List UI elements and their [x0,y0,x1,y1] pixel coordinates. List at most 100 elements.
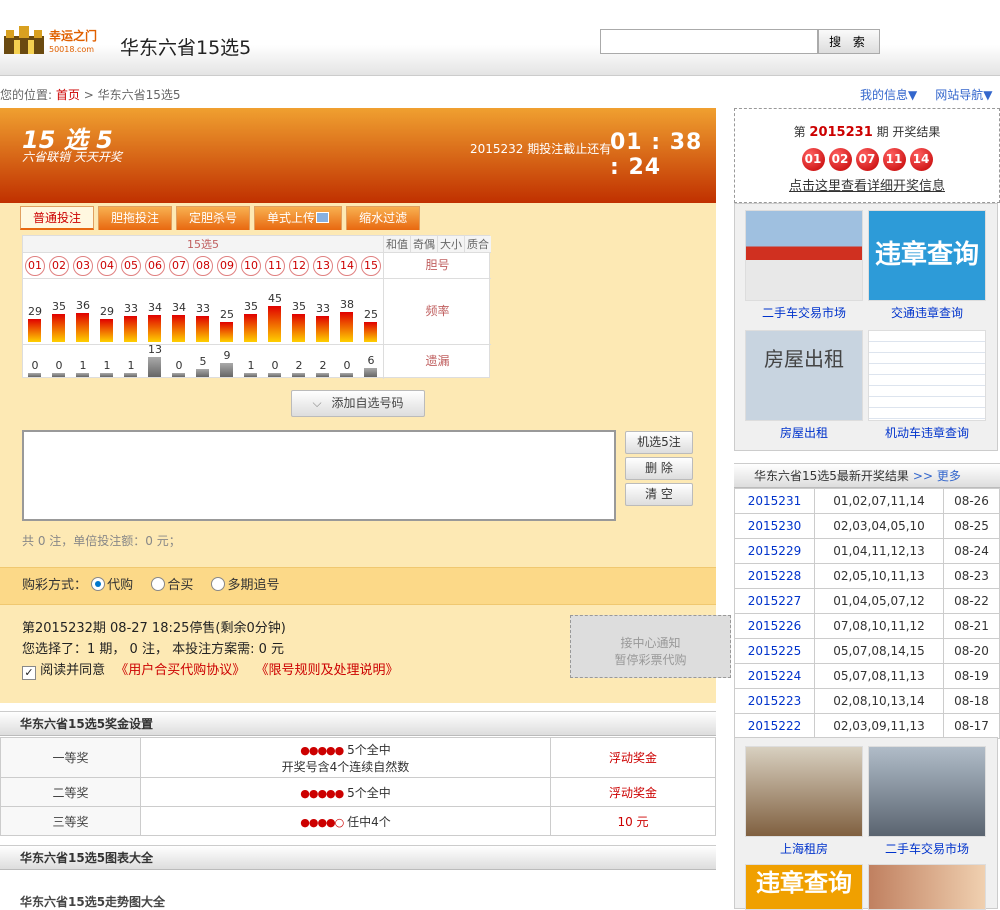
number-ball[interactable]: 03 [73,256,93,276]
bet-list-area[interactable] [22,430,616,521]
result-numbers: 02,08,10,13,14 [814,688,944,714]
delete-button[interactable]: 删 除 [625,457,693,480]
grid-extra-headers: 和值 奇偶 大小 质合 [383,236,491,253]
radio-agent-buy-label: 代购 [107,578,134,593]
agree-label: 阅读并同意 [40,663,106,678]
number-ball[interactable]: 15 [361,256,381,276]
site-logo[interactable]: 幸运之门 50018.com [2,22,106,56]
ad-image: 违章查询 [746,865,862,909]
draw-suffix: 期 开奖结果 [876,125,941,139]
ad-image [746,747,862,836]
radio-group-buy[interactable] [151,577,166,591]
number-ball[interactable]: 04 [97,256,117,276]
page-title: 华东六省15选5 [120,37,252,59]
ad-used-car-market[interactable] [868,746,986,837]
prize-rule: ●●●●● 5个全中 开奖号含4个连续自然数 [140,737,551,778]
top-links: 我的信息▼ 网站导航▼ [860,86,1000,103]
missing-value: 2 [295,359,303,372]
ad-image: 房屋出租 [746,331,862,420]
number-ball[interactable]: 13 [313,256,333,276]
frequency-value: 45 [268,292,282,305]
breadcrumb-home-link[interactable]: 首页 [56,88,80,102]
odd-even-header[interactable]: 奇偶 [410,236,437,252]
add-custom-numbers-button[interactable]: ⌵ 添加自选号码 [291,390,425,417]
frequency-bar [220,322,233,342]
number-ball[interactable]: 08 [193,256,213,276]
ad-interior[interactable] [868,864,986,910]
limit-rules-link[interactable]: 《限号规则及处理说明》 [255,663,398,678]
frequency-value: 25 [220,308,234,321]
number-ball[interactable]: 02 [49,256,69,276]
search-input[interactable] [600,29,818,54]
result-date: 08-20 [943,638,1000,664]
ad-house-rent[interactable]: 房屋出租 [745,330,863,421]
table-row: 2015226 07,08,10,11,12 08-21 [734,613,1000,639]
big-small-header[interactable]: 大小 [437,236,464,252]
tab-single-upload[interactable]: 单式上传 [254,206,343,230]
sum-header[interactable]: 和值 [383,236,410,252]
table-row: 三等奖 ●●●●○ 任中4个 10 元 [0,806,716,836]
number-ball[interactable]: 01 [25,256,45,276]
prize-amount: 浮动奖金 [550,737,716,778]
missing-value: 2 [319,359,327,372]
tab-dantuo-bet[interactable]: 胆拖投注 [98,206,173,230]
radio-agent-buy[interactable] [91,577,106,591]
prize-level: 三等奖 [0,806,141,836]
prime-header[interactable]: 质合 [464,236,491,252]
draw-detail-link[interactable]: 点击这里查看详细开奖信息 [735,175,999,194]
ad-traffic-violation[interactable]: 违章查询 [868,210,986,301]
result-issue-link[interactable]: 2015231 [734,488,815,514]
more-results-link[interactable]: >> 更多 [913,469,961,483]
ad-caption[interactable]: 二手车交易市场 [745,304,863,321]
result-date: 08-26 [943,488,1000,514]
number-ball[interactable]: 12 [289,256,309,276]
tab-shrink-filter[interactable]: 缩水过滤 [346,206,421,230]
result-issue-link[interactable]: 2015224 [734,663,815,689]
result-issue-link[interactable]: 2015229 [734,538,815,564]
ad-caption[interactable]: 机动车违章查询 [868,424,986,441]
radio-multi-period[interactable] [211,577,226,591]
agreement-link[interactable]: 《用户合买代购协议》 [115,663,245,678]
prize-amount: 浮动奖金 [550,777,716,807]
frequency-bar [316,316,329,342]
number-ball[interactable]: 14 [337,256,357,276]
ad-image: 违章查询 [869,211,985,300]
ad-caption[interactable]: 交通违章查询 [868,304,986,321]
sale-close-info: 第2015232期 08-27 18:25停售(剩余0分钟) [22,621,286,636]
ad-caption[interactable]: 二手车交易市场 [868,840,986,857]
clear-button[interactable]: 清 空 [625,483,693,506]
agree-checkbox[interactable]: ✓ [22,666,36,680]
number-ball[interactable]: 07 [169,256,189,276]
number-ball[interactable]: 09 [217,256,237,276]
tab-fixed-kill[interactable]: 定胆杀号 [176,206,251,230]
site-nav-link[interactable]: 网站导航▼ [935,88,992,102]
result-date: 08-19 [943,663,1000,689]
number-ball[interactable]: 10 [241,256,261,276]
frequency-bar [28,319,41,342]
number-ball[interactable]: 05 [121,256,141,276]
result-issue-link[interactable]: 2015225 [734,638,815,664]
ad-violation-query[interactable]: 违章查询 [745,864,863,910]
result-issue-link[interactable]: 2015226 [734,613,815,639]
frequency-bar [148,315,161,342]
ad-vehicle-violation[interactable] [868,330,986,421]
ad-image [869,331,985,420]
result-issue-link[interactable]: 2015227 [734,588,815,614]
my-info-link[interactable]: 我的信息▼ [860,88,917,102]
result-date: 08-23 [943,563,1000,589]
prize-desc: 5个全中 [347,785,391,800]
result-issue-link[interactable]: 2015230 [734,513,815,539]
result-issue-link[interactable]: 2015223 [734,688,815,714]
result-issue-link[interactable]: 2015222 [734,713,815,739]
random-5-button[interactable]: 机选5注 [625,431,693,454]
number-ball[interactable]: 06 [145,256,165,276]
ad-used-car[interactable] [745,210,863,301]
ad-caption[interactable]: 上海租房 [745,840,863,857]
search-button[interactable]: 搜 索 [818,29,880,54]
tab-normal-bet[interactable]: 普通投注 [20,206,95,230]
number-ball[interactable]: 11 [265,256,285,276]
ad-shanghai-rent[interactable] [745,746,863,837]
missing-value: 0 [31,359,39,372]
result-issue-link[interactable]: 2015228 [734,563,815,589]
ad-caption[interactable]: 房屋出租 [745,424,863,441]
